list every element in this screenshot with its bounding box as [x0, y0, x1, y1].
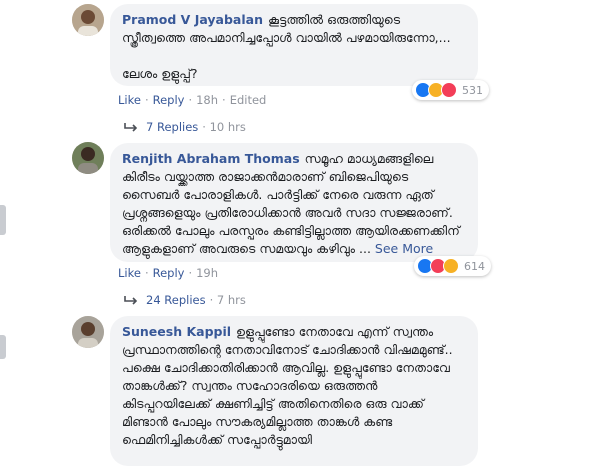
replies-count[interactable]: 24 Replies — [146, 293, 206, 307]
like-button[interactable]: Like — [118, 93, 141, 107]
comment-text: ഉളുപ്പുണ്ടോ നേതാവേ എന്ന് സ്വന്തം പ്രസ്ഥാ… — [122, 324, 453, 447]
reaction-summary[interactable]: 531 — [412, 80, 489, 100]
reply-button[interactable]: Reply — [153, 93, 185, 107]
comment-author[interactable]: Pramod V Jayabalan — [122, 12, 263, 27]
avatar-photo — [72, 4, 104, 36]
comment-bubble: Suneesh Kappil ഉളുപ്പുണ്ടോ നേതാവേ എന്ന് സ… — [110, 316, 478, 466]
left-edge-marker — [0, 335, 6, 359]
replies-time: · 10 hrs — [202, 120, 246, 134]
comment-bubble: Renjith Abraham Thomas സമൂഹ മാധ്യമങ്ങളിലെ… — [110, 143, 478, 262]
view-replies-link[interactable]: 7 Replies · 10 hrs — [124, 120, 246, 134]
avatar[interactable] — [72, 4, 104, 36]
comment-thread: Pramod V Jayabalan കൂട്ടത്തിൽ ഒരുത്തിയുടെ… — [0, 0, 600, 466]
reply-arrow-icon — [124, 296, 138, 305]
see-more-link[interactable]: See More — [375, 241, 433, 256]
reaction-count: 614 — [464, 259, 485, 273]
avatar[interactable] — [72, 316, 104, 348]
replies-time: · 7 hrs — [209, 293, 246, 307]
avatar[interactable] — [72, 142, 104, 174]
comment-actions: Like · Reply · 18h · Edited — [118, 93, 267, 107]
left-edge-marker — [0, 205, 6, 235]
view-replies-link[interactable]: 24 Replies · 7 hrs — [124, 293, 246, 307]
avatar-photo — [72, 142, 104, 174]
comment-author[interactable]: Renjith Abraham Thomas — [122, 151, 300, 166]
comment-time[interactable]: 18h — [196, 93, 218, 107]
comment-actions: Like · Reply · 19h — [118, 266, 219, 280]
comment-time[interactable]: 19h — [196, 266, 218, 280]
comment-author[interactable]: Suneesh Kappil — [122, 324, 231, 339]
comment-bubble: Pramod V Jayabalan കൂട്ടത്തിൽ ഒരുത്തിയുടെ… — [110, 4, 478, 86]
reaction-count: 531 — [462, 83, 483, 97]
edited-label[interactable]: Edited — [230, 93, 267, 107]
replies-count[interactable]: 7 Replies — [146, 120, 198, 134]
avatar-photo — [72, 316, 104, 348]
love-icon — [441, 82, 457, 98]
reply-button[interactable]: Reply — [153, 266, 185, 280]
reply-arrow-icon — [124, 123, 138, 132]
like-button[interactable]: Like — [118, 266, 141, 280]
laugh-icon — [443, 258, 459, 274]
reaction-summary[interactable]: 614 — [414, 256, 491, 276]
